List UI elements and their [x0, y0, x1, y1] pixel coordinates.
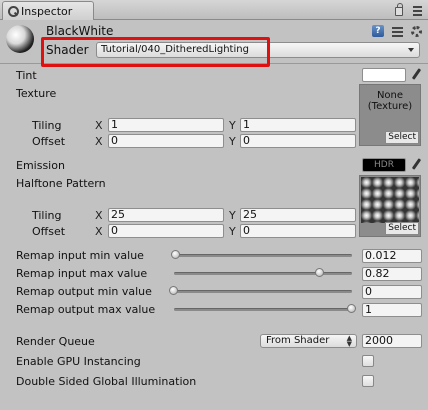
slider-track[interactable]	[174, 254, 352, 257]
halftone-texture-slot[interactable]: Select	[359, 175, 421, 237]
render-queue-dropdown[interactable]: From Shader ▲ ▼	[260, 334, 357, 348]
halftone-tiling-label: Tiling	[32, 209, 62, 222]
halftone-offset-x-field[interactable]: 0	[108, 224, 224, 238]
render-queue-mode: From Shader	[266, 335, 330, 346]
help-icon[interactable]: ?	[372, 25, 384, 37]
halftone-select-button[interactable]: Select	[385, 222, 419, 235]
emission-color-field[interactable]: HDR	[362, 158, 406, 172]
menu-icon[interactable]	[413, 6, 422, 16]
halftone-label: Halftone Pattern	[16, 177, 106, 190]
slider-label: Remap input max value	[16, 267, 148, 280]
eyedropper-icon[interactable]	[410, 158, 422, 172]
axis-y-label: Y	[229, 225, 236, 238]
texture-offset-y-field[interactable]: 0	[240, 134, 356, 148]
shader-label: Shader	[46, 43, 89, 57]
halftone-tiling-y-field[interactable]: 25	[240, 208, 356, 222]
texture-offset-x-field[interactable]: 0	[108, 134, 224, 148]
slider-thumb[interactable]	[169, 286, 178, 295]
axis-x-label: X	[95, 209, 103, 222]
preset-icon[interactable]	[392, 26, 403, 37]
texture-tiling-y-field[interactable]: 1	[240, 118, 356, 132]
shader-dropdown[interactable]: Tutorial/040_DitheredLighting	[96, 42, 420, 58]
texture-tiling-x-field[interactable]: 1	[108, 118, 224, 132]
texture-slot[interactable]: None (Texture) Select	[359, 84, 421, 146]
slider-track[interactable]	[174, 308, 352, 311]
slider-thumb[interactable]	[314, 268, 324, 277]
chevron-down-icon	[408, 48, 414, 52]
material-header: BlackWhite Shader Tutorial/040_DitheredL…	[0, 20, 428, 64]
slider-label: Remap output max value	[16, 303, 156, 316]
render-queue-value-field[interactable]: 2000	[362, 334, 422, 348]
slider-thumb[interactable]	[171, 250, 181, 259]
lock-icon[interactable]	[395, 3, 403, 16]
axis-x-label: X	[95, 119, 103, 132]
texture-offset-label: Offset	[32, 135, 66, 148]
render-queue-label: Render Queue	[16, 335, 95, 348]
inspector-tab[interactable]: Inspector	[2, 1, 94, 20]
slider-value-field[interactable]: 0.82	[362, 267, 422, 281]
material-preview-sphere	[6, 25, 34, 53]
halftone-tiling-x-field[interactable]: 25	[108, 208, 224, 222]
gpu-instancing-label: Enable GPU Instancing	[16, 355, 141, 368]
axis-y-label: Y	[229, 135, 236, 148]
halftone-preview-image	[361, 177, 419, 223]
texture-label: Texture	[16, 87, 57, 100]
slider-value-field[interactable]: 0.012	[362, 249, 422, 263]
slider-track[interactable]	[174, 272, 352, 275]
material-name: BlackWhite	[46, 24, 114, 38]
texture-slot-text: None (Texture)	[367, 90, 413, 112]
inspector-icon	[7, 5, 19, 17]
up-down-arrows-icon: ▲ ▼	[346, 334, 352, 348]
eyedropper-icon[interactable]	[410, 68, 422, 82]
gear-icon[interactable]	[411, 25, 422, 37]
double-sided-gi-checkbox[interactable]	[362, 375, 374, 387]
slider-label: Remap input min value	[16, 249, 144, 262]
inspector-tab-bar: Inspector	[0, 0, 428, 20]
axis-y-label: Y	[229, 209, 236, 222]
shader-dropdown-value: Tutorial/040_DitheredLighting	[101, 44, 249, 55]
axis-x-label: X	[95, 225, 103, 238]
inspector-tab-label: Inspector	[21, 4, 73, 18]
texture-select-button[interactable]: Select	[385, 131, 419, 144]
axis-x-label: X	[95, 135, 103, 148]
slider-value-field[interactable]: 0	[362, 285, 422, 299]
halftone-offset-y-field[interactable]: 0	[240, 224, 356, 238]
axis-y-label: Y	[229, 119, 236, 132]
slider-track[interactable]	[174, 290, 352, 293]
texture-tiling-label: Tiling	[32, 119, 62, 132]
gpu-instancing-checkbox[interactable]	[362, 355, 374, 367]
halftone-offset-label: Offset	[32, 225, 66, 238]
tint-label: Tint	[16, 69, 37, 82]
slider-label: Remap output min value	[16, 285, 152, 298]
slider-thumb[interactable]	[347, 304, 356, 313]
tint-color-field[interactable]	[362, 68, 406, 82]
material-properties: Tint Texture None (Texture) Select Tilin…	[0, 65, 428, 410]
double-sided-gi-label: Double Sided Global Illumination	[16, 375, 197, 388]
emission-label: Emission	[16, 159, 65, 172]
slider-value-field[interactable]: 1	[362, 303, 422, 317]
